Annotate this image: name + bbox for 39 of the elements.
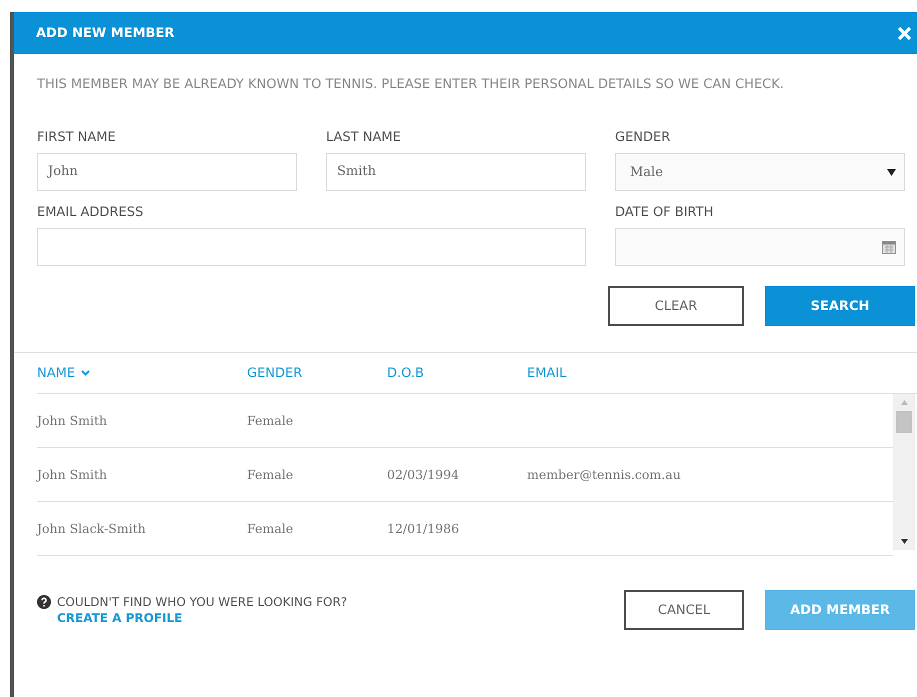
table-cell-text: John Smith: [37, 413, 108, 428]
gender-dropdown[interactable]: Male: [615, 153, 905, 191]
chevron-down-icon: [81, 370, 90, 376]
field-label: LAST NAME: [326, 130, 402, 145]
column-header[interactable]: EMAIL: [527, 366, 827, 380]
field-label: FIRST NAME: [37, 130, 117, 145]
column-header[interactable]: D.O.B: [387, 366, 527, 380]
create-profile-link[interactable]: CREATE A PROFILE: [57, 611, 348, 625]
table-cell-text: 02/03/1994: [387, 467, 460, 482]
scrollbar-thumb[interactable]: [896, 411, 912, 433]
table-cell-text: Female: [247, 413, 294, 428]
input-field[interactable]: [37, 228, 586, 266]
table-cell-text: John Slack-Smith: [37, 521, 147, 536]
help-text: COULDN'T FIND WHO YOU WERE LOOKING FOR?: [57, 595, 348, 609]
caret-icon: [887, 168, 896, 176]
table-cell-text: Female: [247, 467, 294, 482]
input-field[interactable]: John: [37, 153, 297, 191]
table-cell-text: John Smith: [37, 467, 108, 482]
date-field[interactable]: [615, 228, 905, 266]
action-button[interactable]: CANCEL: [624, 590, 744, 630]
table-cell-text: 12/01/1986: [387, 521, 460, 536]
column-header[interactable]: NAME: [37, 366, 247, 380]
field-label: DATE OF BIRTH: [615, 205, 714, 220]
column-header[interactable]: GENDER: [247, 366, 387, 380]
action-button[interactable]: CLEAR: [608, 286, 744, 326]
table-cell-text: member@tennis.com.au: [527, 467, 682, 482]
input-field[interactable]: Smith: [326, 153, 586, 191]
intro-text: THIS MEMBER MAY BE ALREADY KNOWN TO TENNIS. PLEASE ENTER THEIR PERSONAL DETAILS SO WE CAN CHECK.: [37, 76, 785, 94]
dialog-title: ADD NEW MEMBER: [36, 26, 174, 40]
scroll-down-icon[interactable]: [900, 539, 908, 544]
table-cell-text: Female: [247, 521, 294, 536]
help-icon: [37, 595, 51, 609]
field-label: EMAIL ADDRESS: [37, 205, 144, 220]
field-label: GENDER: [615, 130, 672, 145]
action-button[interactable]: SEARCH: [765, 286, 915, 326]
scroll-up-icon[interactable]: [900, 400, 908, 405]
calendar-icon[interactable]: [882, 240, 896, 254]
close-icon[interactable]: [898, 26, 911, 40]
scrollbar[interactable]: [893, 394, 915, 550]
